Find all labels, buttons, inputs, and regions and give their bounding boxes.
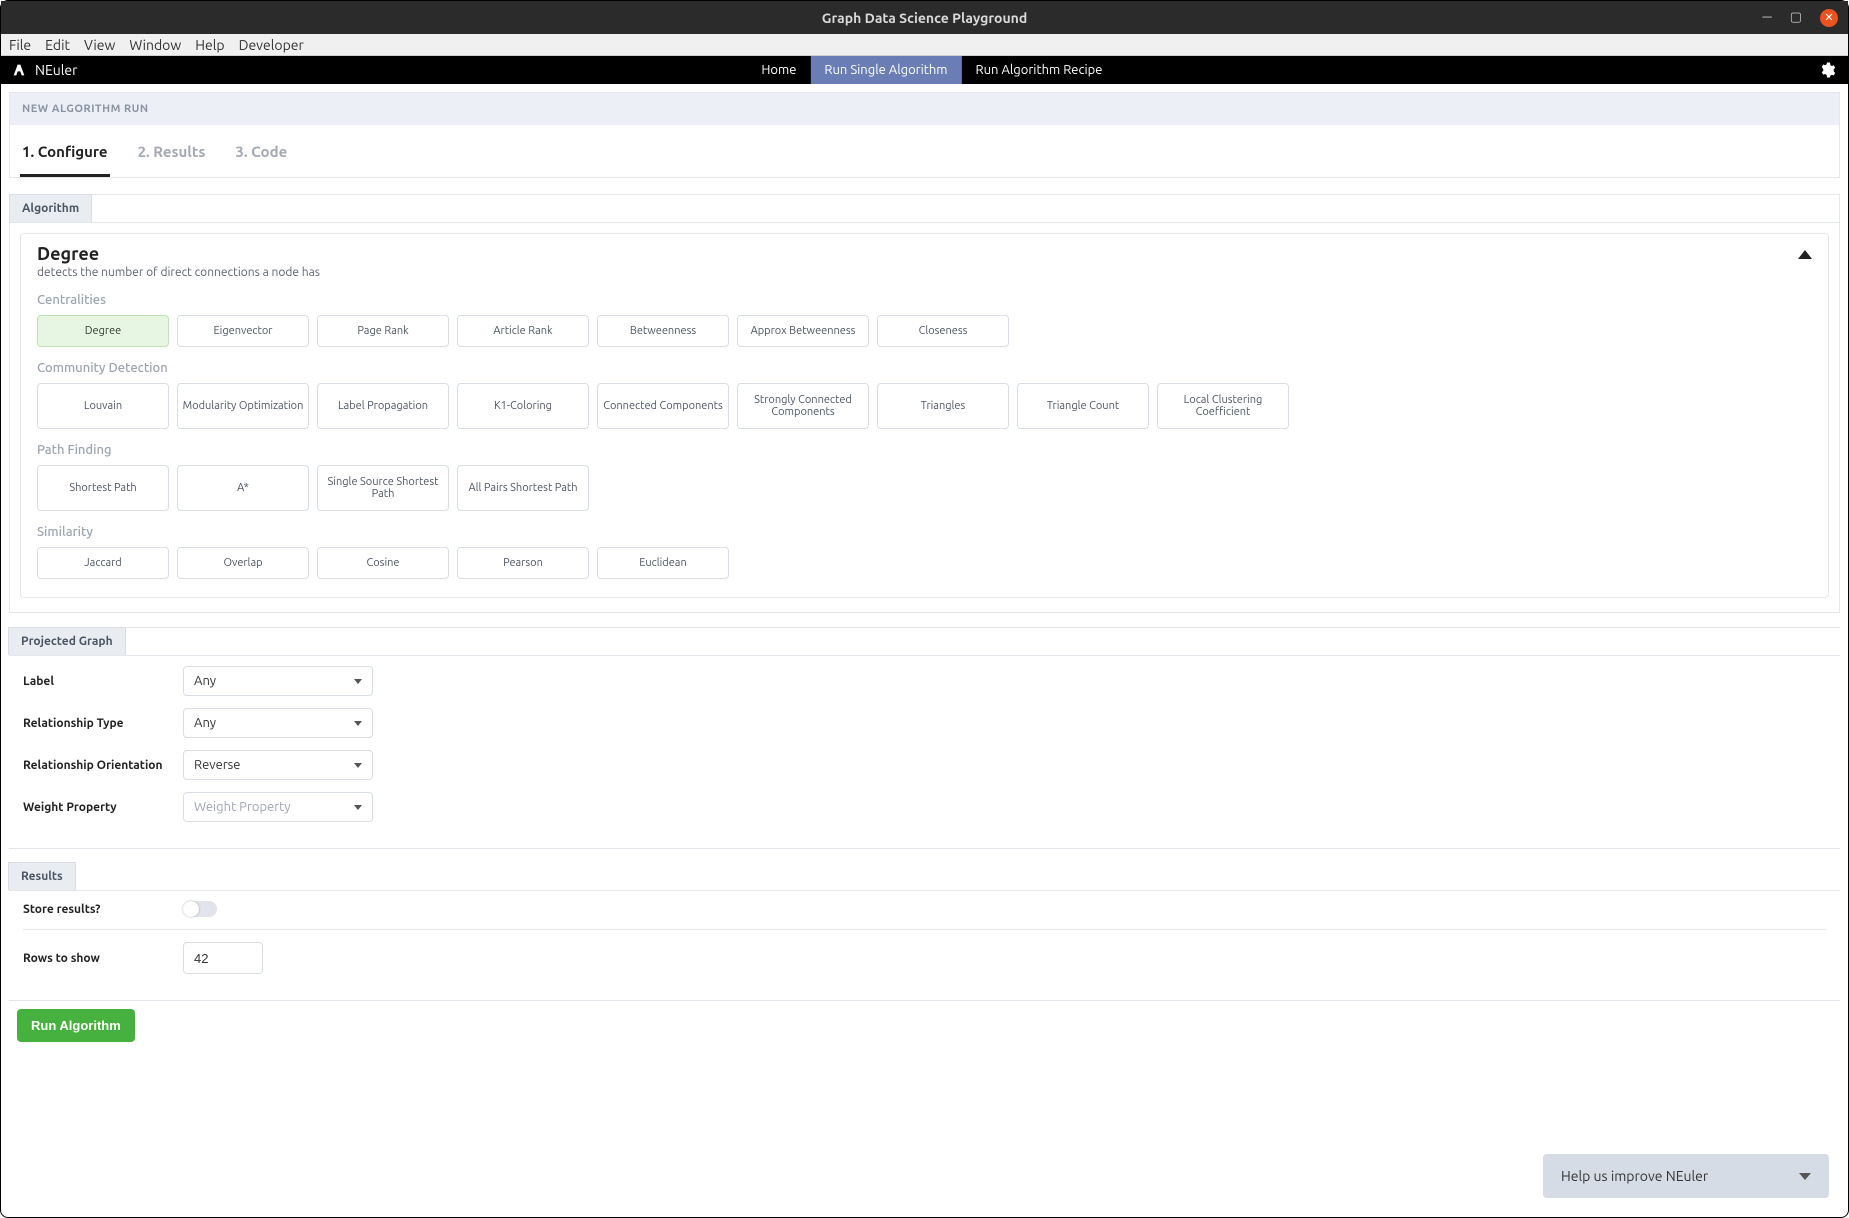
maximize-button[interactable]: ▢ <box>1790 11 1802 24</box>
algorithm-chip[interactable]: Label Propagation <box>317 383 449 429</box>
section-header: NEW ALGORITHM RUN <box>9 92 1840 125</box>
step-code[interactable]: 3. Code <box>233 137 289 177</box>
run-algorithm-button[interactable]: Run Algorithm <box>17 1009 135 1042</box>
relationship-type-select[interactable]: Any <box>183 708 373 738</box>
category-label: Centralities <box>37 293 1812 307</box>
chevron-down-icon <box>354 679 362 684</box>
algorithm-panel: Algorithm Degree detects the number of d… <box>9 194 1840 613</box>
help-improve-label: Help us improve NEuler <box>1561 1168 1708 1184</box>
chevron-down-icon <box>1799 1173 1811 1180</box>
tab-home[interactable]: Home <box>747 56 810 84</box>
chevron-down-icon <box>354 805 362 810</box>
close-button[interactable]: ✕ <box>1820 9 1838 27</box>
store-results-toggle[interactable] <box>183 901 217 917</box>
algorithm-chip[interactable]: K1-Coloring <box>457 383 589 429</box>
relationship-orientation-label: Relationship Orientation <box>23 759 183 772</box>
algorithm-tab[interactable]: Algorithm <box>9 194 92 222</box>
category-label: Path Finding <box>37 443 1812 457</box>
minimize-button[interactable]: ─ <box>1762 11 1771 24</box>
algorithm-chip[interactable]: Degree <box>37 315 169 347</box>
algorithm-chip[interactable]: Cosine <box>317 547 449 579</box>
menu-edit[interactable]: Edit <box>45 37 70 53</box>
nav-tabs: Home Run Single Algorithm Run Algorithm … <box>747 56 1116 84</box>
algorithm-chip[interactable]: Betweenness <box>597 315 729 347</box>
rows-to-show-label: Rows to show <box>23 952 183 965</box>
category-label: Community Detection <box>37 361 1812 375</box>
menu-window[interactable]: Window <box>129 37 181 53</box>
page-content: NEW ALGORITHM RUN 1. Configure 2. Result… <box>1 84 1848 1050</box>
chevron-down-icon <box>354 763 362 768</box>
algorithm-chip[interactable]: Local Clustering Coefficient <box>1157 383 1289 429</box>
algorithm-chip[interactable]: All Pairs Shortest Path <box>457 465 589 511</box>
selected-algorithm-description: detects the number of direct connections… <box>37 266 1812 279</box>
algorithm-chip[interactable]: Shortest Path <box>37 465 169 511</box>
step-results[interactable]: 2. Results <box>136 137 208 177</box>
collapse-icon[interactable] <box>1798 250 1812 259</box>
selected-algorithm-name: Degree <box>37 244 1812 264</box>
algorithm-selector: Degree detects the number of direct conn… <box>20 233 1829 598</box>
label-select[interactable]: Any <box>183 666 373 696</box>
algorithm-chip[interactable]: Triangles <box>877 383 1009 429</box>
window-controls: ─ ▢ ✕ <box>1762 9 1838 27</box>
algorithm-chip[interactable]: Strongly Connected Components <box>737 383 869 429</box>
algorithm-chip-row: LouvainModularity OptimizationLabel Prop… <box>37 383 1812 429</box>
rows-to-show-input[interactable] <box>183 942 263 974</box>
window-title: Graph Data Science Playground <box>822 10 1027 26</box>
label-field-label: Label <box>23 675 183 688</box>
menu-bar: File Edit View Window Help Developer <box>1 34 1848 56</box>
relationship-type-label: Relationship Type <box>23 717 183 730</box>
relationship-orientation-select[interactable]: Reverse <box>183 750 373 780</box>
menu-file[interactable]: File <box>9 37 31 53</box>
weight-property-select[interactable]: Weight Property <box>183 792 373 822</box>
store-results-label: Store results? <box>23 903 183 916</box>
app-bar: NEuler Home Run Single Algorithm Run Alg… <box>1 56 1848 84</box>
app-name: NEuler <box>35 62 77 78</box>
weight-property-label: Weight Property <box>23 801 183 814</box>
algorithm-chip[interactable]: Article Rank <box>457 315 589 347</box>
algorithm-chip[interactable]: Triangle Count <box>1017 383 1149 429</box>
menu-help[interactable]: Help <box>195 37 224 53</box>
category-label: Similarity <box>37 525 1812 539</box>
algorithm-chip[interactable]: Closeness <box>877 315 1009 347</box>
algorithm-chip[interactable]: Modularity Optimization <box>177 383 309 429</box>
relationship-orientation-value: Reverse <box>194 758 241 772</box>
algorithm-chip[interactable]: Connected Components <box>597 383 729 429</box>
toggle-knob <box>183 901 199 917</box>
tab-run-algorithm-recipe[interactable]: Run Algorithm Recipe <box>962 56 1117 84</box>
weight-property-placeholder: Weight Property <box>194 800 291 814</box>
app-brand: NEuler <box>1 62 77 78</box>
algorithm-chip[interactable]: Pearson <box>457 547 589 579</box>
results-tab[interactable]: Results <box>8 862 76 890</box>
algorithm-panel-header: Algorithm <box>10 195 1839 223</box>
wizard-steps: 1. Configure 2. Results 3. Code <box>9 125 1840 178</box>
menu-view[interactable]: View <box>84 37 115 53</box>
algorithm-chip-row: JaccardOverlapCosinePearsonEuclidean <box>37 547 1812 579</box>
step-configure[interactable]: 1. Configure <box>20 137 110 177</box>
algorithm-chip[interactable]: Page Rank <box>317 315 449 347</box>
help-improve-widget[interactable]: Help us improve NEuler <box>1543 1154 1829 1198</box>
relationship-type-value: Any <box>194 716 216 730</box>
algorithm-chip[interactable]: Approx Betweenness <box>737 315 869 347</box>
chevron-down-icon <box>354 721 362 726</box>
algorithm-chip[interactable]: Euclidean <box>597 547 729 579</box>
algorithm-chip[interactable]: Eigenvector <box>177 315 309 347</box>
projected-graph-tab[interactable]: Projected Graph <box>8 627 126 655</box>
divider <box>23 929 1826 930</box>
results-panel: Results Store results? Rows to show <box>9 863 1840 1001</box>
algorithm-chip[interactable]: Jaccard <box>37 547 169 579</box>
algorithm-chip-row: Shortest PathA*Single Source Shortest Pa… <box>37 465 1812 511</box>
label-select-value: Any <box>194 674 216 688</box>
gear-icon <box>1818 61 1836 79</box>
menu-developer[interactable]: Developer <box>239 37 304 53</box>
algorithm-chip-row: DegreeEigenvectorPage RankArticle RankBe… <box>37 315 1812 347</box>
algorithm-chip[interactable]: Single Source Shortest Path <box>317 465 449 511</box>
window-titlebar: Graph Data Science Playground ─ ▢ ✕ <box>1 1 1848 34</box>
projected-graph-panel: Projected Graph Label Any Relationship T… <box>9 627 1840 849</box>
algorithm-chip[interactable]: A* <box>177 465 309 511</box>
algorithm-chip[interactable]: Louvain <box>37 383 169 429</box>
app-logo-icon <box>11 62 27 78</box>
tab-run-single-algorithm[interactable]: Run Single Algorithm <box>810 56 961 84</box>
settings-button[interactable] <box>1818 61 1836 79</box>
algorithm-chip[interactable]: Overlap <box>177 547 309 579</box>
